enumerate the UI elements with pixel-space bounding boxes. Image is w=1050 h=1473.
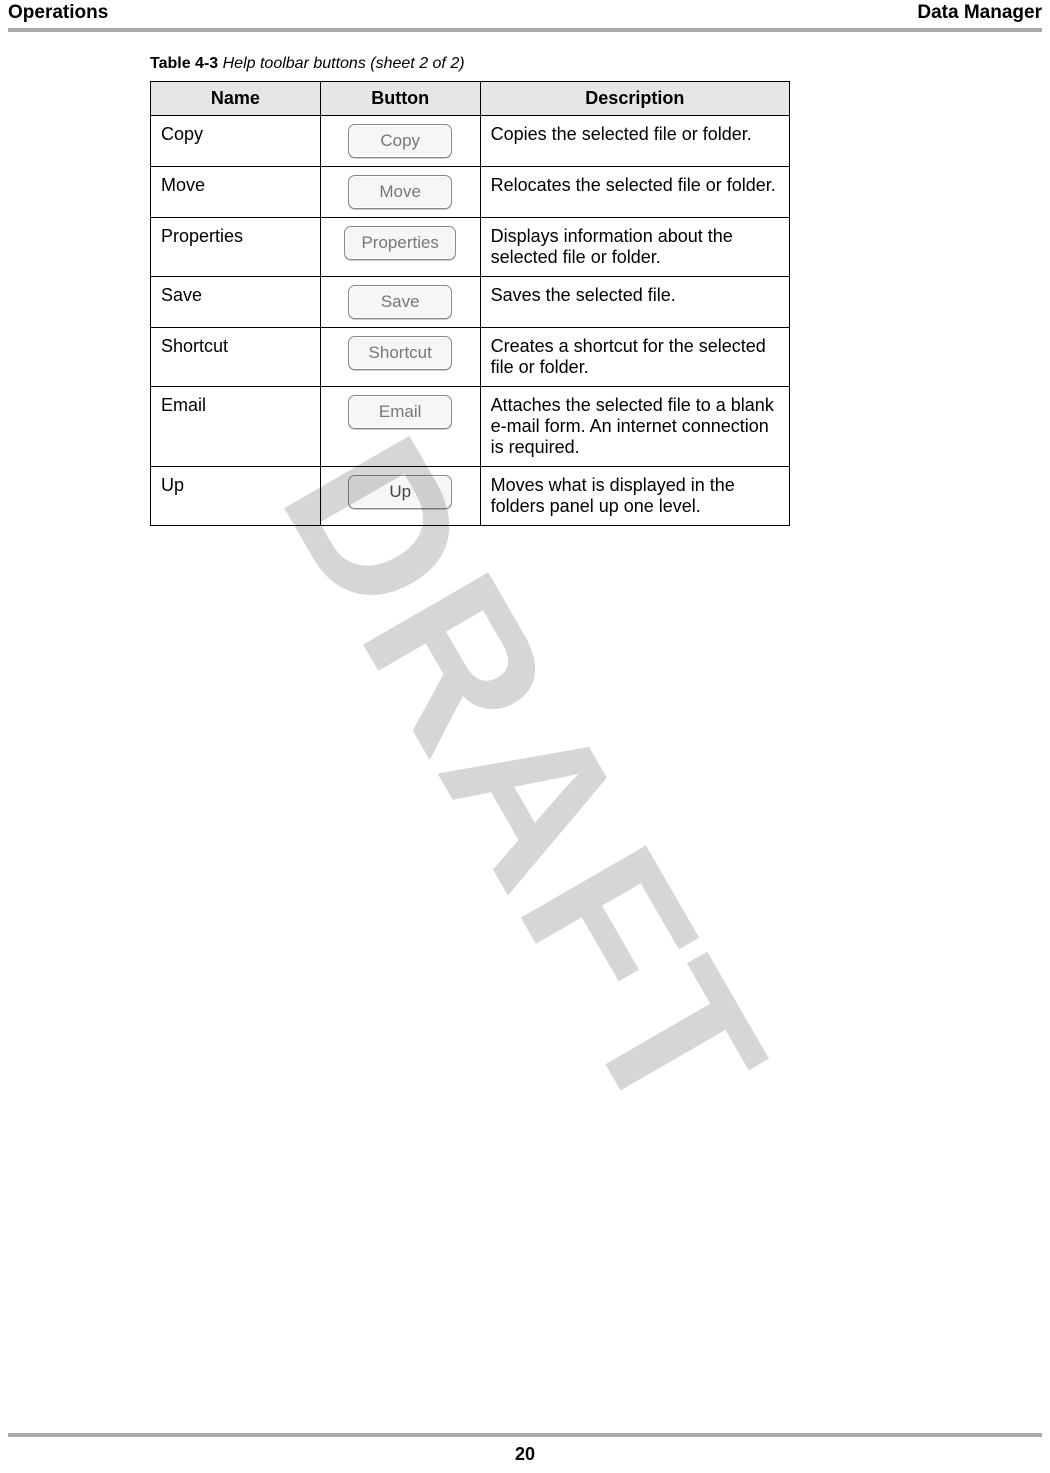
table-row: Properties Properties Displays informati… [151, 218, 790, 277]
shortcut-button[interactable]: Shortcut [348, 336, 452, 370]
caption-label: Table 4-3 [150, 55, 218, 72]
page: Operations Data Manager Table 4-3 Help t… [0, 0, 1050, 1473]
move-button[interactable]: Move [348, 175, 452, 209]
row-name: Shortcut [151, 328, 321, 387]
row-button-cell: Shortcut [320, 328, 480, 387]
footer-rule [8, 1433, 1042, 1437]
row-description: Attaches the selected file to a blank e-… [480, 387, 789, 467]
row-button-cell: Properties [320, 218, 480, 277]
table-row: Email Email Attaches the selected file t… [151, 387, 790, 467]
save-button[interactable]: Save [348, 285, 452, 319]
row-description: Moves what is displayed in the folders p… [480, 467, 789, 526]
properties-button[interactable]: Properties [344, 226, 455, 260]
row-name: Copy [151, 116, 321, 167]
row-description: Saves the selected file. [480, 277, 789, 328]
row-button-cell: Email [320, 387, 480, 467]
toolbar-buttons-table: Name Button Description Copy Copy Copies… [150, 81, 790, 526]
caption-title: Help toolbar buttons (sheet 2 of 2) [223, 55, 465, 72]
row-name: Up [151, 467, 321, 526]
row-name: Move [151, 167, 321, 218]
row-button-cell: Save [320, 277, 480, 328]
content-area: Table 4-3 Help toolbar buttons (sheet 2 … [150, 55, 800, 526]
header-rule [8, 28, 1042, 32]
header-right: Data Manager [917, 2, 1042, 30]
row-description: Relocates the selected file or folder. [480, 167, 789, 218]
table-row: Shortcut Shortcut Creates a shortcut for… [151, 328, 790, 387]
table-header-row: Name Button Description [151, 82, 790, 116]
email-button[interactable]: Email [348, 395, 452, 429]
table-row: Save Save Saves the selected file. [151, 277, 790, 328]
copy-button[interactable]: Copy [348, 124, 452, 158]
table-row: Move Move Relocates the selected file or… [151, 167, 790, 218]
table-row: Up Up Moves what is displayed in the fol… [151, 467, 790, 526]
row-name: Properties [151, 218, 321, 277]
table-caption: Table 4-3 Help toolbar buttons (sheet 2 … [150, 55, 800, 73]
col-header-description: Description [480, 82, 789, 116]
row-name: Email [151, 387, 321, 467]
row-description: Copies the selected file or folder. [480, 116, 789, 167]
row-button-cell: Up [320, 467, 480, 526]
row-description: Displays information about the selected … [480, 218, 789, 277]
header-left: Operations [8, 2, 108, 30]
col-header-button: Button [320, 82, 480, 116]
row-button-cell: Move [320, 167, 480, 218]
row-description: Creates a shortcut for the selected file… [480, 328, 789, 387]
row-button-cell: Copy [320, 116, 480, 167]
page-header: Operations Data Manager [0, 0, 1050, 30]
row-name: Save [151, 277, 321, 328]
col-header-name: Name [151, 82, 321, 116]
page-number: 20 [0, 1444, 1050, 1465]
up-button[interactable]: Up [348, 475, 452, 509]
table-row: Copy Copy Copies the selected file or fo… [151, 116, 790, 167]
